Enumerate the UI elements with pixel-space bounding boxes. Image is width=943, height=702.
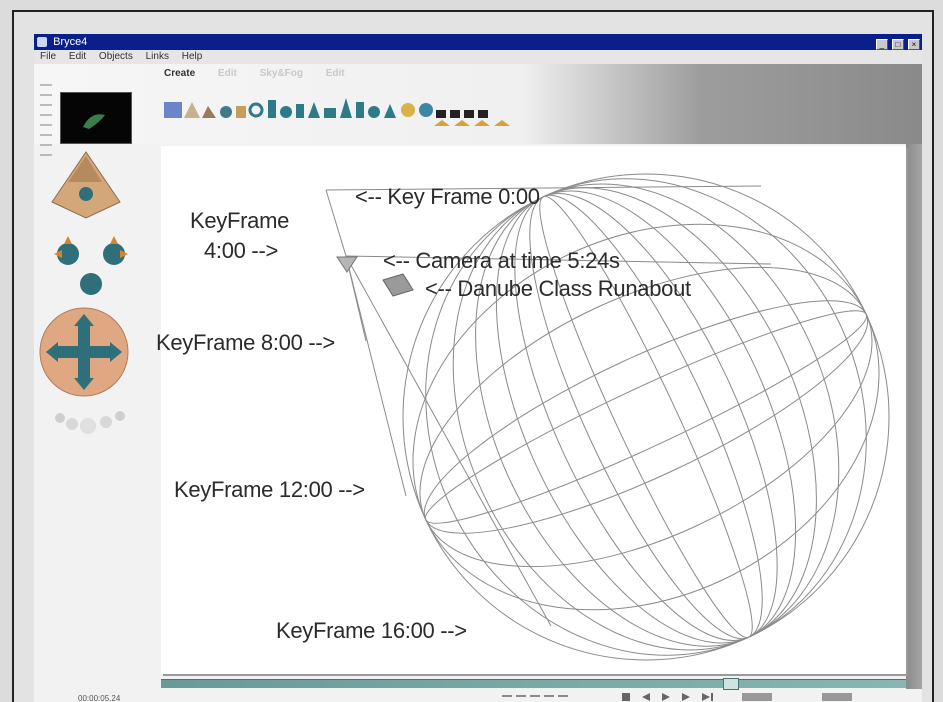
menu-edit[interactable]: Edit [69, 51, 86, 62]
screenshot-frame: Bryce4 _ □ × File Edit Objects Links Hel… [12, 10, 934, 702]
shape-tool-4 [494, 120, 510, 126]
torus-tool [248, 102, 264, 118]
palette-tabs: Create Edit Sky&Fog Edit [164, 68, 365, 79]
bryce-app-icon [37, 37, 47, 47]
small-ball-3 [80, 418, 96, 434]
label-keyframe-8: KeyFrame 8:00 --> [156, 330, 335, 355]
ship-icon [382, 273, 414, 297]
arrow-up-2 [110, 236, 118, 244]
minimize-icon[interactable]: _ [875, 39, 888, 50]
cone-tool-2 [384, 104, 396, 118]
sphere-lat-4 [424, 310, 868, 524]
arrow-up [64, 236, 72, 244]
playback-controls [502, 693, 852, 701]
label-key-frame-0: <-- Key Frame 0:00 [355, 184, 540, 209]
bryce-window: Bryce4 _ □ × File Edit Objects Links Hel… [34, 34, 922, 702]
terrain-tool-2 [184, 102, 200, 118]
disk-tool [324, 108, 336, 118]
label-runabout: <-- Danube Class Runabout [425, 276, 691, 301]
pyramid-tool-2 [340, 98, 352, 118]
small-ball-4 [100, 416, 112, 428]
cylinder-tool [268, 100, 276, 118]
shape-tool-3 [474, 120, 490, 126]
sphere-tool-3 [368, 106, 380, 118]
tab-edit-2[interactable]: Edit [326, 68, 345, 79]
ctrl-3 [530, 695, 540, 697]
scene-viewport[interactable]: <-- Key Frame 0:00 KeyFrame 4:00 --> <--… [156, 146, 906, 674]
label-camera: <-- Camera at time 5:24s [383, 248, 620, 273]
window-title: Bryce4 [53, 36, 88, 48]
menu-links[interactable]: Links [146, 51, 169, 62]
camera-path-6 [325, 189, 347, 257]
timecode: 00:00:05.24 [78, 694, 121, 702]
camera-view-tool-ball [79, 187, 93, 201]
label-keyframe-12: KeyFrame 12:00 --> [174, 477, 365, 502]
sphere-lon-3 [452, 183, 840, 651]
sphere-lon-7 [475, 187, 817, 647]
small-ball-2 [66, 418, 78, 430]
cube-tool [236, 106, 246, 118]
label-keyframe-4-line2: 4:00 --> [204, 238, 279, 263]
close-icon[interactable]: × [908, 39, 920, 50]
ctrl-5 [558, 695, 568, 697]
pyramid-tool [296, 104, 304, 118]
light-tool [401, 103, 415, 117]
camera-trackball-center[interactable] [80, 273, 102, 295]
timeline-scrubber[interactable] [723, 678, 739, 690]
light-tool-2 [419, 103, 433, 117]
ctrl-4 [544, 695, 554, 697]
camera-tools [34, 142, 164, 472]
ctrl-2 [516, 695, 526, 697]
tab-sky-fog[interactable]: Sky&Fog [260, 68, 303, 79]
title-bar[interactable]: Bryce4 _ □ × [34, 34, 922, 50]
tab-edit[interactable]: Edit [218, 68, 237, 79]
shape-tool [434, 120, 450, 126]
menu-objects[interactable]: Objects [99, 51, 133, 62]
toolbar-area: Create Edit Sky&Fog Edit [34, 64, 922, 144]
small-ball-5 [115, 411, 125, 421]
animation-timeline[interactable] [161, 678, 906, 690]
menu-bar: File Edit Objects Links Help [34, 50, 922, 64]
label-keyframe-4-line1: KeyFrame [190, 208, 290, 233]
menu-help[interactable]: Help [182, 51, 203, 62]
sphere-lat-1 [423, 300, 869, 534]
nano-preview[interactable] [60, 92, 132, 144]
shape-tool-2 [454, 120, 470, 126]
cylinder-tool-2 [356, 102, 364, 118]
sphere-tool-2 [280, 106, 292, 118]
terrain-tool [164, 102, 182, 118]
small-ball-1 [55, 413, 65, 423]
camera-path-3 [345, 255, 552, 627]
menu-file[interactable]: File [40, 51, 56, 62]
sphere-outline [402, 173, 890, 661]
slab-tool-4 [478, 110, 488, 118]
label-keyframe-16: KeyFrame 16:00 --> [276, 618, 467, 643]
maximize-icon[interactable]: □ [891, 39, 904, 50]
sphere-tool [220, 106, 232, 118]
preview-image [83, 114, 105, 129]
slab-tool-2 [450, 110, 460, 118]
right-panel [906, 144, 922, 689]
tool-graphics [39, 151, 129, 434]
preview-ship [83, 114, 105, 129]
tab-create[interactable]: Create [164, 68, 195, 79]
cone-tool [308, 102, 320, 118]
slab-tool-3 [464, 110, 474, 118]
create-palette[interactable] [164, 84, 576, 126]
ctrl-1 [502, 695, 512, 697]
sphere-lon-1 [529, 194, 763, 640]
slab-tool [436, 110, 446, 118]
stone-tool [202, 106, 216, 118]
sphere-lon-4 [425, 178, 867, 656]
